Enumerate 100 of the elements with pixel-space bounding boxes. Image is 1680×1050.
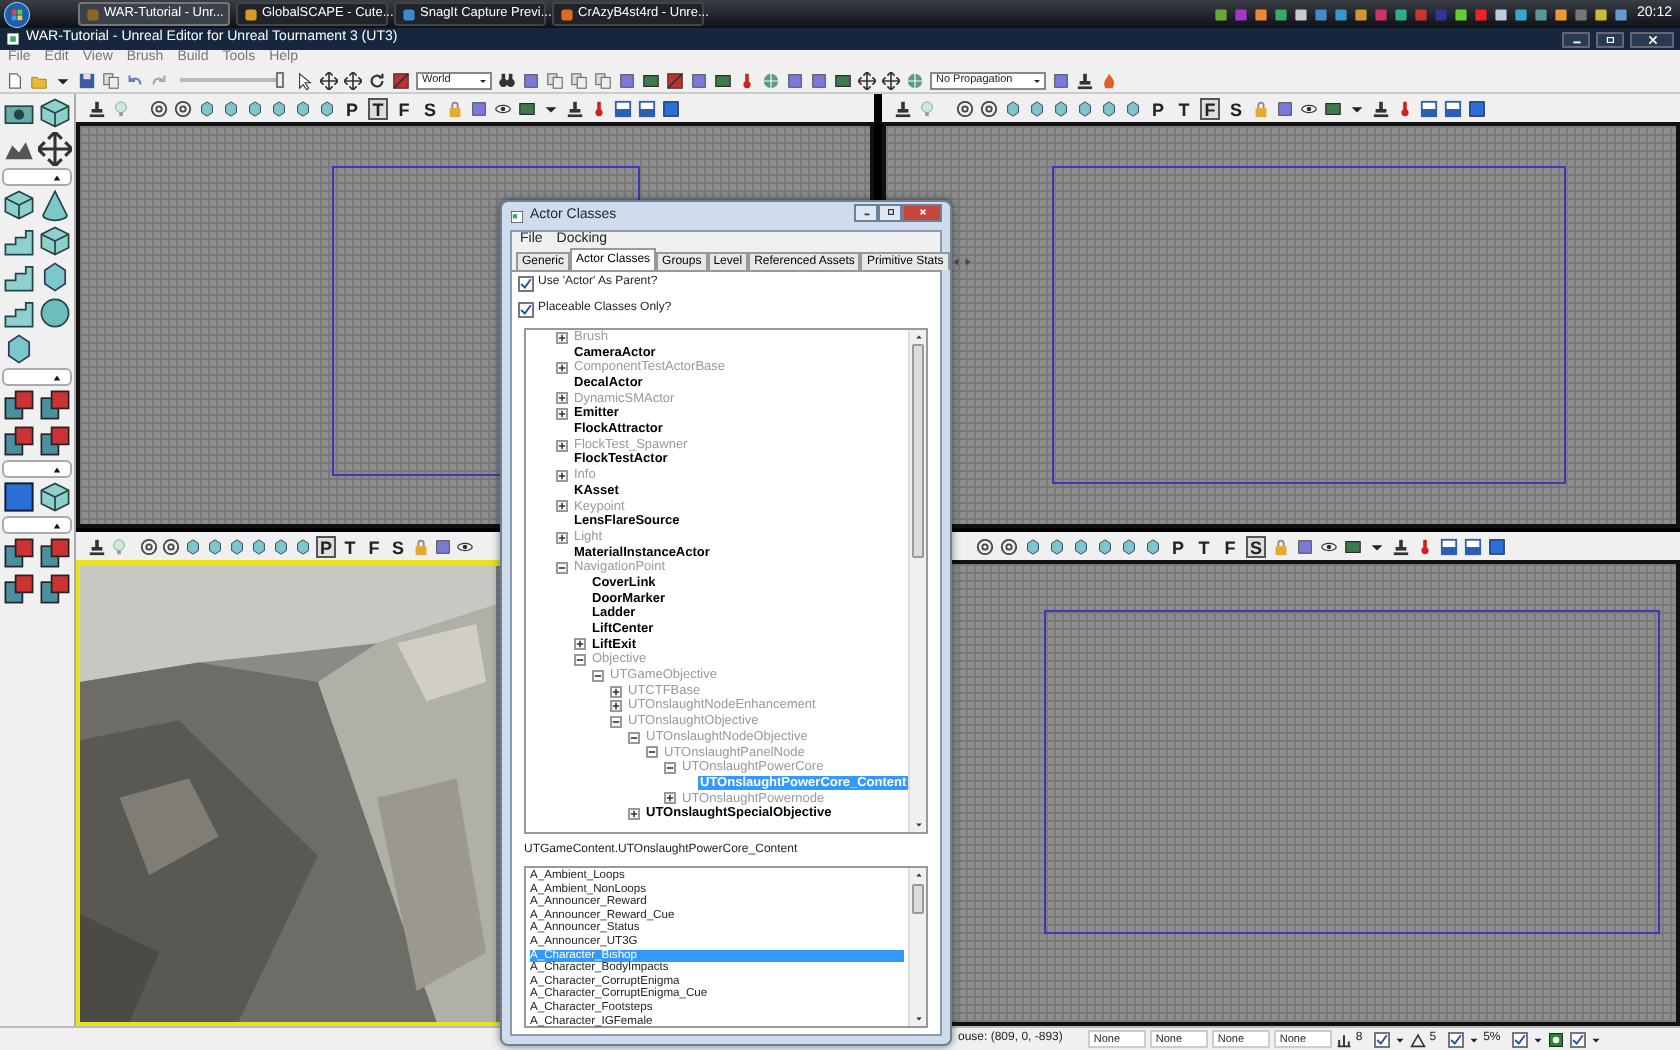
csg-icon[interactable]: [2, 572, 36, 606]
cube-icon[interactable]: [38, 224, 72, 258]
expander-box[interactable]: [556, 408, 568, 421]
csg-icon[interactable]: [38, 572, 72, 606]
snap-checkbox[interactable]: [1447, 1031, 1464, 1047]
expander-box[interactable]: [628, 808, 640, 821]
csg-icon[interactable]: [2, 424, 36, 458]
cube-icon[interactable]: [38, 480, 72, 514]
csg-icon[interactable]: [38, 536, 72, 570]
monitor-icon[interactable]: [834, 71, 852, 89]
mesh-icon[interactable]: [38, 260, 72, 294]
eye-icon[interactable]: [1300, 99, 1318, 117]
stairs-icon[interactable]: [2, 296, 36, 330]
view-mode-button[interactable]: P: [1148, 97, 1168, 119]
snap-checkbox[interactable]: [1570, 1031, 1587, 1047]
pin-icon[interactable]: [1416, 537, 1434, 555]
binoculars-icon[interactable]: [498, 71, 516, 89]
flame-icon[interactable]: [1100, 71, 1118, 89]
stamp-icon[interactable]: [1076, 71, 1094, 89]
view-mode-button[interactable]: S: [1226, 97, 1246, 119]
view-mode-button[interactable]: F: [1220, 535, 1240, 557]
stamp-icon[interactable]: [566, 99, 584, 117]
pin-icon[interactable]: [590, 99, 608, 117]
csg-icon[interactable]: [38, 424, 72, 458]
csg-icon[interactable]: [2, 536, 36, 570]
view-mode-button[interactable]: F: [364, 535, 384, 557]
snap-checkbox[interactable]: [1373, 1031, 1390, 1047]
expander-box[interactable]: [556, 392, 568, 405]
expander-box[interactable]: [574, 654, 586, 667]
move-icon[interactable]: [882, 71, 900, 89]
caret-icon[interactable]: [1590, 1033, 1603, 1045]
caret-icon[interactable]: [1393, 1033, 1406, 1045]
view-mode-button[interactable]: T: [340, 535, 360, 557]
layout-icon[interactable]: [1464, 537, 1482, 555]
lock-icon[interactable]: [1272, 537, 1290, 555]
checkbox[interactable]: [518, 301, 534, 318]
minimize-button[interactable]: [1562, 31, 1590, 47]
view-mode-button[interactable]: S: [420, 97, 440, 119]
eye-icon[interactable]: [456, 537, 474, 555]
scroll-right-icon[interactable]: [961, 253, 974, 270]
pin-icon[interactable]: [738, 71, 756, 89]
pin-icon[interactable]: [1396, 99, 1414, 117]
expander-box[interactable]: [556, 362, 568, 375]
cone-icon[interactable]: [38, 188, 72, 222]
view-mode-button[interactable]: S: [388, 535, 408, 557]
expander-box[interactable]: [556, 531, 568, 544]
layout-icon[interactable]: [614, 99, 632, 117]
expander-box[interactable]: [610, 685, 622, 698]
scrollbar-thumb[interactable]: [912, 884, 924, 914]
stairs-icon[interactable]: [2, 224, 36, 258]
expander-box[interactable]: [556, 469, 568, 482]
stamp-icon[interactable]: [1392, 537, 1410, 555]
scrollbar-thumb[interactable]: [912, 343, 924, 558]
monitor-icon[interactable]: [642, 71, 660, 89]
slider-thumb[interactable]: [276, 72, 284, 88]
expander-box[interactable]: [574, 638, 586, 651]
restore-button[interactable]: [1596, 31, 1624, 47]
view-mode-button[interactable]: P: [1168, 535, 1188, 557]
monitor-icon[interactable]: [714, 71, 732, 89]
caret-icon[interactable]: [1467, 1033, 1480, 1045]
square-icon[interactable]: [2, 480, 36, 514]
stamp-icon[interactable]: [894, 99, 912, 117]
cube-icon[interactable]: [38, 96, 72, 130]
expander-box[interactable]: [664, 761, 676, 774]
layout-icon[interactable]: [1444, 99, 1462, 117]
undo-icon[interactable]: [126, 71, 144, 89]
cursor-icon[interactable]: [296, 71, 314, 89]
globe-icon[interactable]: [762, 71, 780, 89]
view-mode-button[interactable]: T: [368, 97, 388, 119]
expander-box[interactable]: [646, 746, 658, 759]
layout-icon[interactable]: [1420, 99, 1438, 117]
cube-icon[interactable]: [2, 188, 36, 222]
view-mode-button[interactable]: F: [394, 97, 414, 119]
monitor-icon[interactable]: [518, 99, 536, 117]
start-button[interactable]: [4, 1, 30, 27]
square-icon[interactable]: [1488, 537, 1506, 555]
copy-icon[interactable]: [102, 71, 120, 89]
move-icon[interactable]: [38, 132, 72, 166]
stamp-icon[interactable]: [1372, 99, 1390, 117]
view-mode-button[interactable]: P: [342, 97, 362, 119]
view-mode-button[interactable]: T: [1194, 535, 1214, 557]
expander-box[interactable]: [610, 715, 622, 728]
close-button[interactable]: [1630, 31, 1674, 47]
lock-icon[interactable]: [446, 99, 464, 117]
mesh-icon[interactable]: [2, 332, 36, 366]
expander-box[interactable]: [556, 562, 568, 575]
rotate-icon[interactable]: [368, 71, 386, 89]
caret-icon[interactable]: [1531, 1033, 1544, 1045]
expander-box[interactable]: [556, 331, 568, 344]
stamp-icon[interactable]: [88, 537, 106, 555]
view-mode-button[interactable]: P: [316, 535, 336, 557]
expander-box[interactable]: [664, 792, 676, 805]
move-icon[interactable]: [320, 71, 338, 89]
square-icon[interactable]: [1468, 99, 1486, 117]
view-mode-button[interactable]: T: [1174, 97, 1194, 119]
maximize-button[interactable]: [878, 203, 902, 221]
eye-icon[interactable]: [494, 99, 512, 117]
square-icon[interactable]: [392, 71, 410, 89]
square-icon[interactable]: [662, 99, 680, 117]
move-icon[interactable]: [858, 71, 876, 89]
